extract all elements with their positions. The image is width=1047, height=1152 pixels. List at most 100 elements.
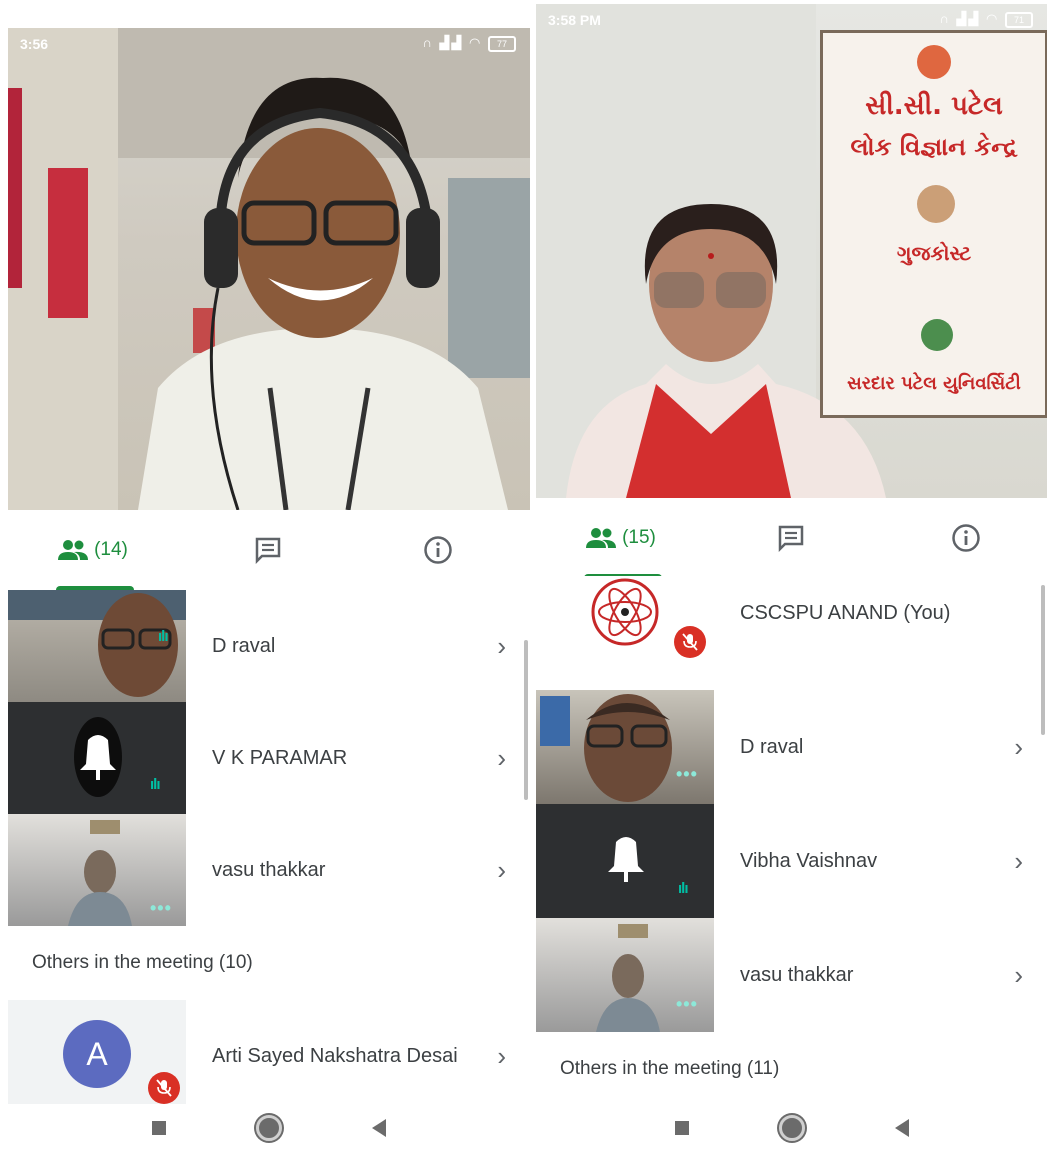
emblem-icon: [917, 45, 951, 79]
participant-name: V K PARAMAR: [212, 746, 348, 769]
mic-off-icon: [148, 1072, 180, 1104]
participant-row[interactable]: ••• vasu thakkar ›: [8, 814, 530, 926]
speaking-indicator-icon: ılı: [150, 776, 160, 793]
banner-title: સી.સી. પટેલ: [865, 91, 1003, 121]
more-options-icon: •••: [676, 764, 698, 784]
participant-list[interactable]: ılı D raval › ılı V K PARAMAR › ••• vasu…: [8, 590, 530, 1112]
chevron-right-icon[interactable]: ›: [1014, 918, 1023, 1032]
participant-avatar-tile: A: [8, 1000, 186, 1112]
recents-button[interactable]: [674, 1121, 689, 1135]
meeting-tabs: (15): [536, 498, 1047, 578]
participant-row[interactable]: ılı D raval ›: [8, 590, 530, 702]
participant-video-thumb: •••: [8, 814, 186, 926]
participant-name: Vibha Vaishnav: [740, 849, 878, 872]
participant-row[interactable]: CSCSPU ANAND (You): [536, 576, 1047, 690]
speaking-indicator-icon: ılı: [678, 880, 688, 897]
chat-icon: [255, 537, 281, 564]
speaking-indicator-icon: ılı: [158, 628, 168, 645]
others-section-heading: Others in the meeting (10): [32, 952, 253, 973]
main-video-feed: 3:56 ∩ ▟▟ ◠ 77: [8, 28, 530, 510]
banner-university: સરદાર પટેલ યુનિવર્સિટી: [847, 373, 1021, 394]
tab-people[interactable]: (14): [28, 510, 158, 590]
participant-list[interactable]: CSCSPU ANAND (You) ••• D raval › ılı Vib…: [536, 576, 1047, 1106]
participant-name: vasu thakkar: [212, 858, 326, 881]
people-count: (14): [94, 539, 128, 560]
battery-icon: 77: [488, 35, 516, 52]
info-icon: [424, 536, 452, 564]
android-nav-bar: [8, 1104, 530, 1152]
info-icon: [952, 524, 980, 552]
chevron-right-icon[interactable]: ›: [497, 1000, 506, 1112]
participant-name: D raval: [212, 634, 276, 657]
gujcost-logo-icon: [917, 185, 955, 223]
chat-icon: [778, 525, 804, 552]
signal-icon: ▟▟: [439, 35, 464, 50]
participant-face: [540, 694, 672, 802]
participant-video-thumb: ılı: [8, 702, 186, 814]
tab-info[interactable]: [916, 498, 1016, 578]
wifi-icon: ◠: [469, 35, 483, 50]
chevron-right-icon[interactable]: ›: [1014, 690, 1023, 804]
signal-icon: ▟▟: [956, 11, 981, 26]
participant-name: Arti Sayed Nakshatra Desai: [212, 1044, 458, 1067]
more-options-icon: •••: [150, 898, 172, 918]
bell-avatar-icon: [608, 837, 644, 882]
participant-row[interactable]: ••• vasu thakkar ›: [536, 918, 1047, 1032]
speaker-video-frame: [8, 28, 530, 510]
chevron-right-icon[interactable]: ›: [497, 702, 506, 814]
participant-avatar-tile: [536, 576, 714, 690]
participant-video-thumb: •••: [536, 918, 714, 1032]
status-bar: 3:56 ∩ ▟▟ ◠ 77: [8, 28, 530, 66]
chevron-right-icon[interactable]: ›: [497, 814, 506, 926]
participant-row[interactable]: A Arti Sayed Nakshatra Desai ›: [8, 1000, 530, 1112]
mic-off-icon: [674, 626, 706, 658]
list-scrollbar[interactable]: [524, 640, 528, 800]
people-icon: [586, 528, 617, 548]
home-button[interactable]: [256, 1115, 282, 1141]
university-logo-icon: [921, 319, 953, 351]
headset-icon: ∩: [939, 11, 951, 26]
people-count: (15): [622, 527, 656, 548]
home-button[interactable]: [778, 1115, 805, 1141]
participant-name: vasu thakkar: [740, 963, 854, 986]
tab-people[interactable]: (15): [556, 498, 686, 578]
participant-name: D raval: [740, 735, 804, 758]
wifi-icon: ◠: [986, 11, 1000, 26]
recents-button[interactable]: [152, 1121, 166, 1135]
participant-face: [8, 590, 186, 697]
tab-info[interactable]: [388, 510, 488, 590]
tab-chat[interactable]: [218, 510, 318, 590]
participant-row[interactable]: ••• D raval ›: [536, 690, 1047, 804]
status-icons: ∩ ▟▟ ◠ 71: [939, 11, 1033, 28]
chevron-right-icon[interactable]: ›: [497, 590, 506, 702]
participant-video-thumb: ılı: [536, 804, 714, 918]
headset-icon: ∩: [422, 35, 434, 50]
back-button[interactable]: [372, 1119, 386, 1137]
back-button[interactable]: [894, 1119, 909, 1137]
status-icons: ∩ ▟▟ ◠ 77: [422, 35, 516, 52]
status-bar: 3:58 PM ∩ ▟▟ ◠ 71: [536, 4, 1047, 42]
meeting-tabs: (14): [8, 510, 530, 590]
others-section-heading: Others in the meeting (11): [560, 1058, 780, 1079]
participant-video-thumb: •••: [536, 690, 714, 804]
status-time: 3:56: [20, 36, 49, 52]
left-phone-screen: 3:56 ∩ ▟▟ ◠ 77 (14) ılı D raval › ılı V …: [8, 0, 530, 1152]
participant-row[interactable]: ılı Vibha Vaishnav ›: [536, 804, 1047, 918]
people-icon: [58, 540, 89, 560]
avatar: A: [63, 1020, 131, 1088]
right-phone-screen: સી.સી. પટેલ લોક વિજ્ઞાન કેન્દ્ર ગુજકોસ્ટ…: [536, 0, 1047, 1152]
battery-icon: 71: [1005, 11, 1033, 28]
participant-name: CSCSPU ANAND (You): [740, 602, 951, 624]
main-video-feed: સી.સી. પટેલ લોક વિજ્ઞાન કેન્દ્ર ગુજકોસ્ટ…: [536, 4, 1047, 498]
participant-row[interactable]: ılı V K PARAMAR ›: [8, 702, 530, 814]
list-scrollbar[interactable]: [1041, 585, 1045, 735]
chevron-right-icon[interactable]: ›: [1014, 804, 1023, 918]
android-nav-bar: [536, 1104, 1047, 1152]
more-options-icon: •••: [676, 994, 698, 1014]
bell-avatar-icon: [74, 717, 122, 797]
participant-video-thumb: ılı: [8, 590, 186, 702]
tab-chat[interactable]: [741, 498, 841, 578]
status-time: 3:58 PM: [548, 12, 601, 28]
banner-subtitle: લોક વિજ્ઞાન કેન્દ્ર: [850, 133, 1018, 161]
banner-org: ગુજકોસ્ટ: [896, 241, 972, 265]
